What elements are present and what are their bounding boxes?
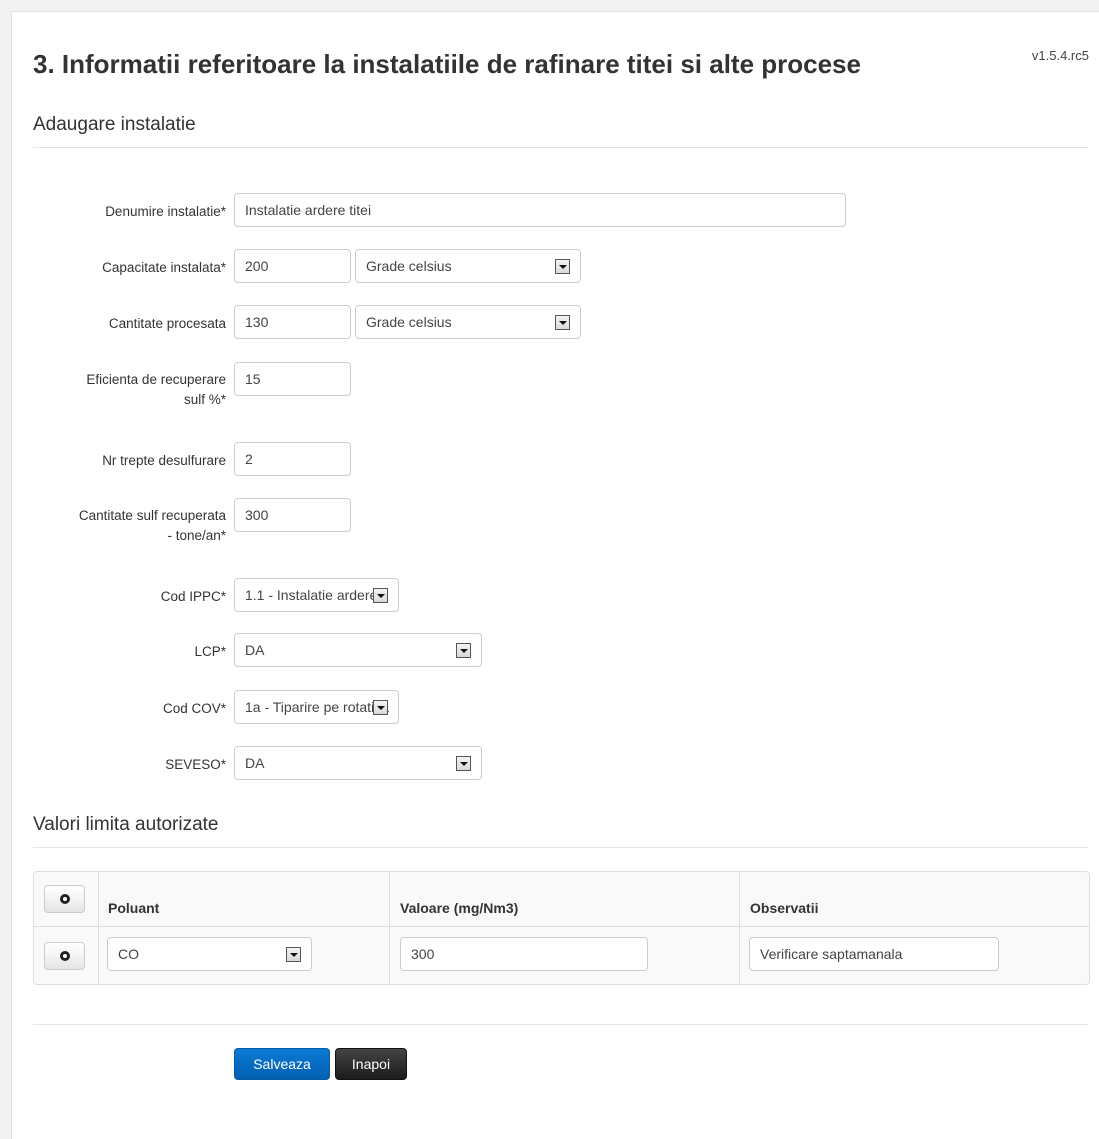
row-divider xyxy=(34,926,1089,927)
dropdown-arrow-icon xyxy=(373,700,388,715)
divider xyxy=(33,1024,1088,1025)
row-eficienta: Eficienta de recuperare sulf %* 15 xyxy=(12,362,1012,418)
section-title-limits: Valori limita autorizate xyxy=(33,814,219,835)
row-denumire: Denumire instalatie* Instalatie ardere t… xyxy=(12,193,1012,233)
observatii-input[interactable]: Verificare saptamanala xyxy=(749,937,999,971)
label-sulf-line1: Cantitate sulf recuperata xyxy=(78,508,226,523)
dropdown-arrow-icon xyxy=(555,315,570,330)
dropdown-arrow-icon xyxy=(456,756,471,771)
capacitate-unit-value: Grade celsius xyxy=(366,258,452,274)
capacitate-unit-select[interactable]: Grade celsius xyxy=(355,249,581,283)
label-ippc: Cod IPPC* xyxy=(160,589,226,604)
label-seveso: SEVESO* xyxy=(165,757,226,772)
cantitate-unit-value: Grade celsius xyxy=(366,314,452,330)
form-panel: v1.5.4.rc5 3. Informatii referitoare la … xyxy=(11,11,1099,1139)
poluant-select[interactable]: CO xyxy=(107,937,312,971)
label-cov: Cod COV* xyxy=(162,701,226,716)
label-capacitate: Capacitate instalata* xyxy=(102,260,226,275)
lcp-value: DA xyxy=(245,642,265,658)
cov-value: 1a - Tiparire pe rotativa xyxy=(245,699,389,715)
cantitate-input[interactable]: 130 xyxy=(234,305,351,339)
section-title-add: Adaugare instalatie xyxy=(33,114,196,135)
version-label: v1.5.4.rc5 xyxy=(1031,48,1089,63)
lcp-select[interactable]: DA xyxy=(234,633,482,667)
sulf-input[interactable]: 300 xyxy=(234,498,351,532)
row-ippc: Cod IPPC* 1.1 - Instalatie ardere xyxy=(12,578,1012,618)
header-observatii: Observatii xyxy=(750,900,819,916)
seveso-value: DA xyxy=(245,755,265,771)
header-valoare: Valoare (mg/Nm3) xyxy=(400,900,519,916)
row-cantitate: Cantitate procesata 130 Grade celsius xyxy=(12,305,1012,345)
row-capacitate: Capacitate instalata* 200 Grade celsius xyxy=(12,249,1012,289)
capacitate-input[interactable]: 200 xyxy=(234,249,351,283)
header-poluant: Poluant xyxy=(108,900,160,916)
row-cov: Cod COV* 1a - Tiparire pe rotativa xyxy=(12,690,1012,730)
label-eficienta-line1: Eficienta de recuperare xyxy=(86,372,226,387)
divider xyxy=(33,847,1088,848)
add-row-button[interactable] xyxy=(44,885,85,913)
label-eficienta-line2: sulf %* xyxy=(183,392,226,407)
cantitate-unit-select[interactable]: Grade celsius xyxy=(355,305,581,339)
valoare-input[interactable]: 300 xyxy=(400,937,648,971)
dropdown-arrow-icon xyxy=(373,588,388,603)
label-sulf: Cantitate sulf recuperata - tone/an* xyxy=(24,506,226,546)
label-lcp: LCP* xyxy=(194,644,226,659)
trepte-input[interactable]: 2 xyxy=(234,442,351,476)
label-trepte: Nr trepte desulfurare xyxy=(102,453,226,468)
page-title: 3. Informatii referitoare la instalatiil… xyxy=(33,49,861,79)
limits-table: Poluant Valoare (mg/Nm3) Observatii CO 3… xyxy=(33,871,1090,985)
remove-row-button[interactable] xyxy=(44,942,85,970)
back-button[interactable]: Inapoi xyxy=(335,1048,407,1080)
ippc-value: 1.1 - Instalatie ardere xyxy=(245,587,378,603)
divider xyxy=(33,147,1088,148)
cov-select[interactable]: 1a - Tiparire pe rotativa xyxy=(234,690,399,724)
denumire-input[interactable]: Instalatie ardere titei xyxy=(234,193,846,227)
save-button[interactable]: Salveaza xyxy=(234,1048,330,1080)
poluant-value: CO xyxy=(118,946,139,962)
label-denumire: Denumire instalatie* xyxy=(105,204,226,219)
label-cantitate: Cantitate procesata xyxy=(108,316,226,331)
label-sulf-line2: - tone/an* xyxy=(167,528,226,543)
column-divider xyxy=(98,872,99,984)
seveso-select[interactable]: DA xyxy=(234,746,482,780)
row-sulf: Cantitate sulf recuperata - tone/an* 300 xyxy=(12,498,1012,554)
label-eficienta: Eficienta de recuperare sulf %* xyxy=(24,370,226,410)
ippc-select[interactable]: 1.1 - Instalatie ardere xyxy=(234,578,399,612)
dropdown-arrow-icon xyxy=(286,947,301,962)
dropdown-arrow-icon xyxy=(456,643,471,658)
row-trepte: Nr trepte desulfurare 2 xyxy=(12,442,1012,482)
dropdown-arrow-icon xyxy=(555,259,570,274)
row-seveso: SEVESO* DA xyxy=(12,746,1012,786)
remove-circle-icon xyxy=(60,951,70,961)
eficienta-input[interactable]: 15 xyxy=(234,362,351,396)
add-circle-icon xyxy=(60,894,70,904)
column-divider xyxy=(739,872,740,984)
row-lcp: LCP* DA xyxy=(12,633,1012,673)
column-divider xyxy=(389,872,390,984)
